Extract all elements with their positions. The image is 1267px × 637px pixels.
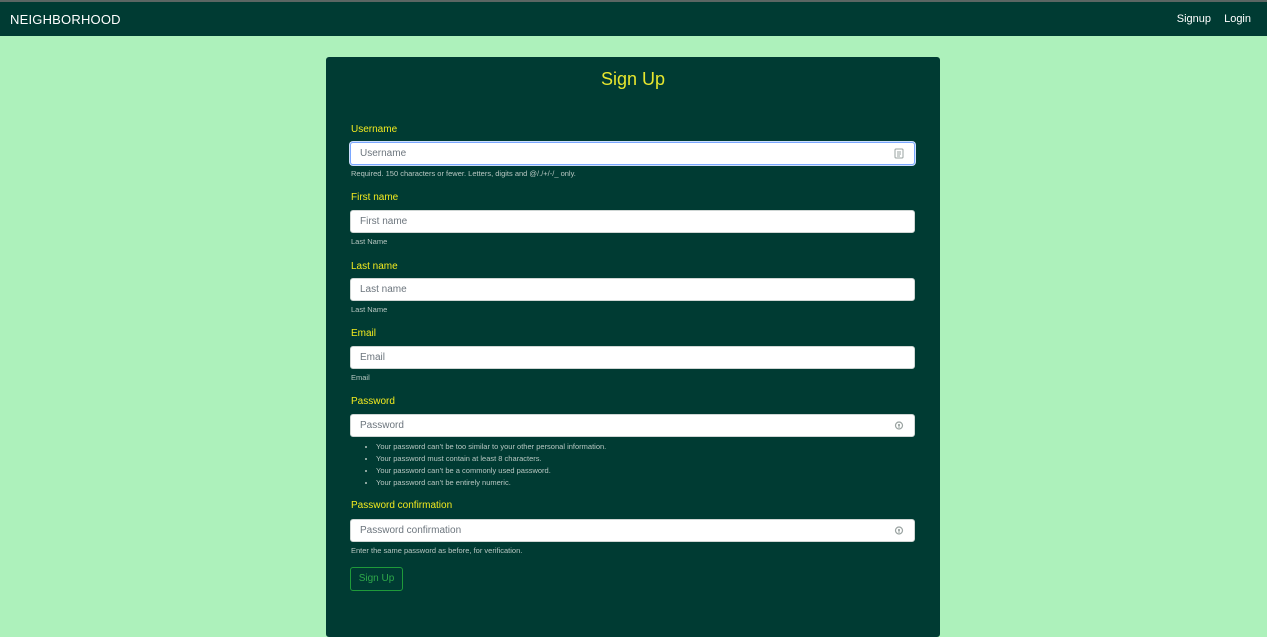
nav-login-link[interactable]: Login: [1224, 13, 1251, 25]
first-name-input[interactable]: First name: [350, 210, 915, 233]
form-title: Sign Up: [600, 69, 666, 89]
password-label: Password: [351, 396, 395, 407]
password-requirements-list: Your password can’t be too similar to yo…: [364, 441, 606, 489]
password-confirmation-placeholder: Password confirmation: [360, 525, 462, 536]
last-name-help: Last Name: [351, 305, 388, 314]
sign-up-button[interactable]: Sign Up: [350, 567, 403, 591]
key-icon[interactable]: [894, 525, 904, 536]
username-help: Required. 150 characters or fewer. Lette…: [351, 169, 576, 178]
password-requirement: Your password must contain at least 8 ch…: [376, 453, 606, 465]
password-placeholder: Password: [360, 420, 404, 431]
email-help: Email: [351, 373, 370, 382]
password-confirmation-input[interactable]: Password confirmation: [350, 519, 915, 542]
nav-links: Signup Login: [1167, 13, 1251, 25]
email-input[interactable]: Email: [350, 346, 915, 369]
username-input[interactable]: Username: [350, 142, 915, 165]
password-confirmation-help: Enter the same password as before, for v…: [351, 546, 523, 555]
last-name-input[interactable]: Last name: [350, 278, 915, 301]
last-name-label: Last name: [351, 261, 398, 272]
username-label: Username: [351, 124, 398, 135]
password-input[interactable]: Password: [350, 414, 915, 437]
first-name-placeholder: First name: [360, 216, 408, 227]
nav-signup-link[interactable]: Signup: [1177, 13, 1211, 25]
contact-card-icon[interactable]: [894, 148, 904, 159]
email-placeholder: Email: [360, 352, 386, 363]
password-requirement: Your password can’t be a commonly used p…: [376, 465, 606, 477]
password-requirement: Your password can’t be entirely numeric.: [376, 477, 606, 489]
password-confirmation-label: Password confirmation: [351, 500, 453, 511]
signup-card: Sign Up Username Username Required. 150 …: [326, 57, 940, 637]
username-placeholder: Username: [360, 148, 407, 159]
brand-link[interactable]: NEIGHBORHOOD: [10, 12, 121, 27]
first-name-help: Last Name: [351, 237, 388, 246]
first-name-label: First name: [351, 192, 399, 203]
last-name-placeholder: Last name: [360, 284, 407, 295]
key-icon[interactable]: [894, 420, 904, 431]
email-label: Email: [351, 328, 377, 339]
password-requirement: Your password can’t be too similar to yo…: [376, 441, 606, 453]
navbar: NEIGHBORHOOD Signup Login: [0, 2, 1267, 36]
